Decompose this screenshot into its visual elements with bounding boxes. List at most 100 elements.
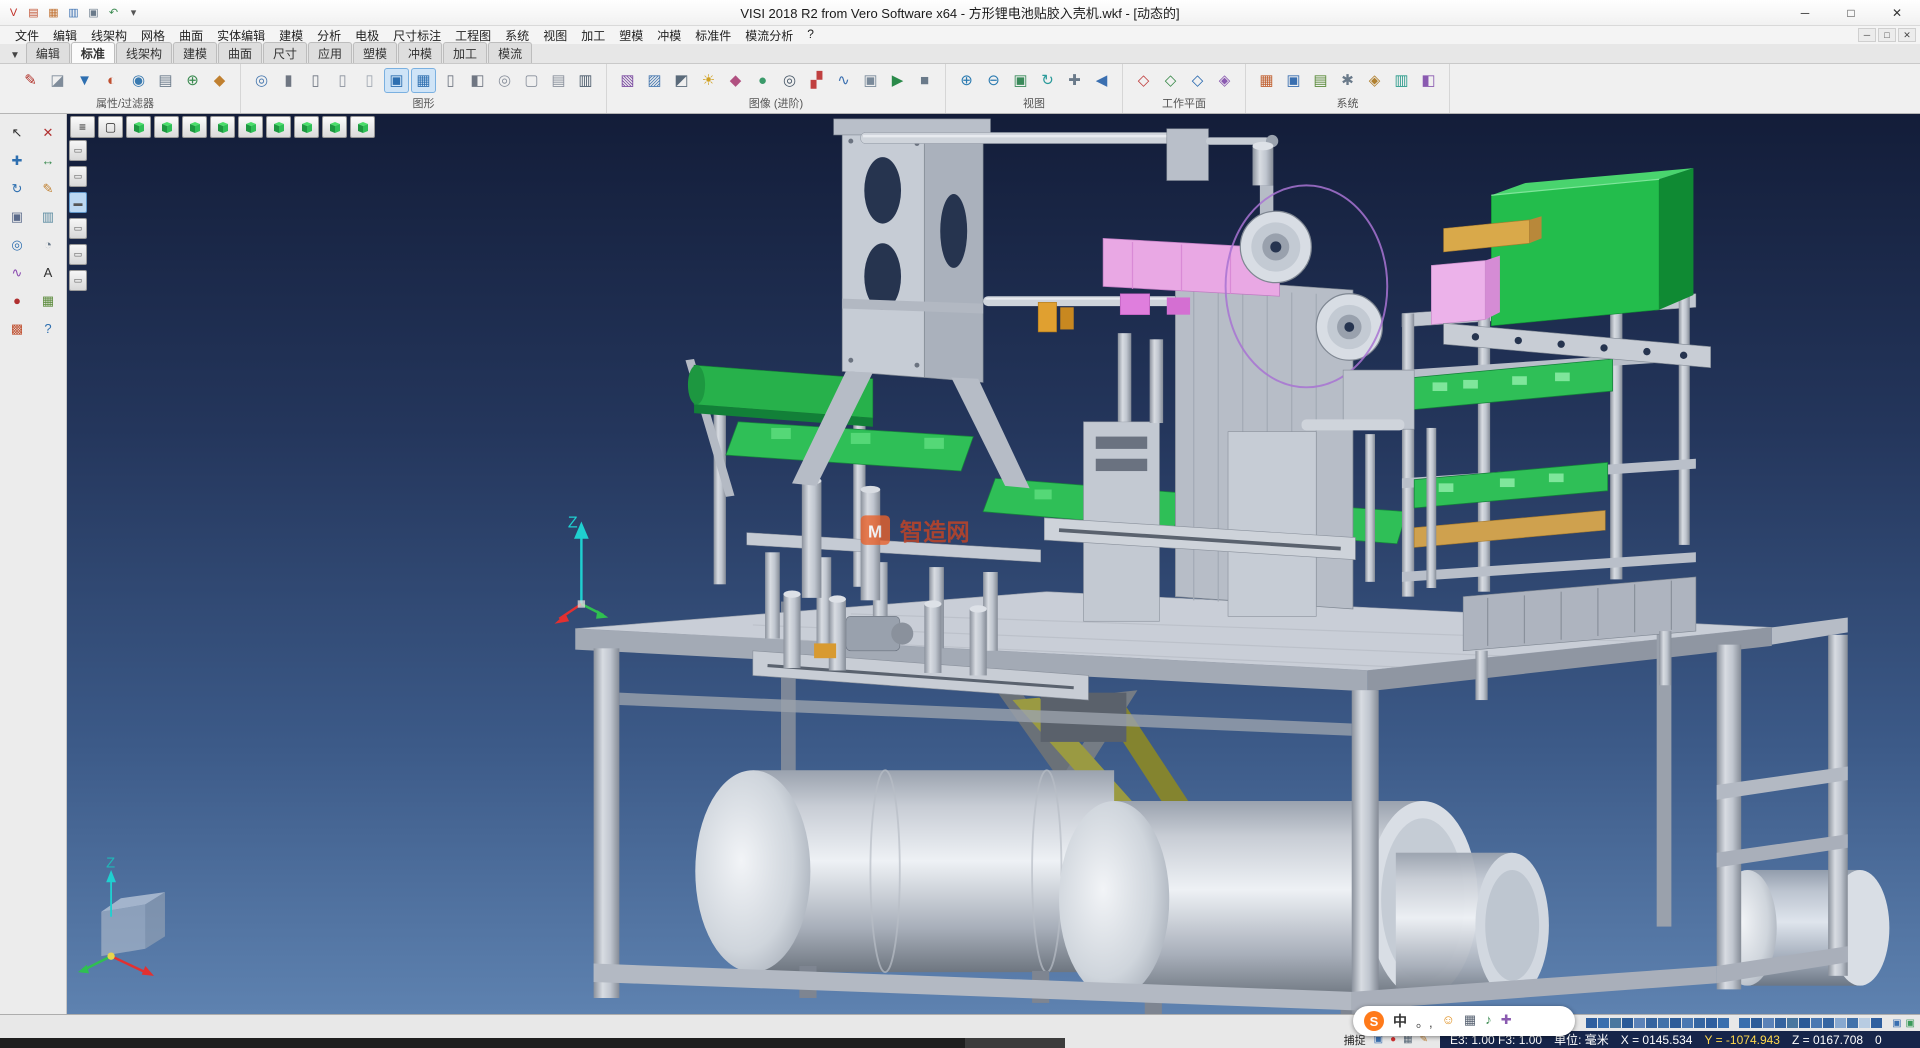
tab-dropdown-button[interactable]: ▼ [4,48,26,63]
board-shaded-icon[interactable]: ▮ [276,68,301,93]
view-cube-iso-button[interactable] [126,116,151,138]
maximize-button[interactable]: □ [1828,0,1874,25]
dock-panel-4-icon[interactable]: ▭ [69,218,87,239]
input-mode-toggle[interactable]: 中 [1393,1011,1407,1031]
view-cube-bottom-button[interactable] [294,116,319,138]
measure-icon[interactable]: ↔ [38,150,59,171]
move-icon[interactable]: ✚ [7,150,28,171]
menu-item[interactable]: 视图 [536,27,574,44]
delete-icon[interactable]: ✕ [38,122,59,143]
compare-icon[interactable]: ▣ [858,68,883,93]
ribbon-tab[interactable]: 尺寸 [263,42,307,63]
layer-view-icon[interactable]: ▤ [546,68,571,93]
wire-mode-icon[interactable]: ▦ [411,68,436,93]
snap-grid-icon[interactable]: ▦ [38,290,59,311]
view-cube-back-button[interactable] [266,116,291,138]
dock-panel-6-icon[interactable]: ▭ [69,270,87,291]
mirror-icon[interactable]: ▥ [38,206,59,227]
fill-icon[interactable]: ▩ [7,318,28,339]
plane-view-icon[interactable]: ▢ [519,68,544,93]
workplane-custom-icon[interactable]: ◈ [1212,68,1237,93]
orbit-icon[interactable]: ◔ [38,234,59,255]
render-icon[interactable]: ▧ [615,68,640,93]
help-icon[interactable]: ? [38,318,59,339]
monitor-icon[interactable]: ▣ [1281,68,1306,93]
dock-panel-5-icon[interactable]: ▭ [69,244,87,265]
menu-item[interactable]: 线架构 [84,27,134,44]
workplane-yz-icon[interactable]: ◇ [1185,68,1210,93]
display-options-icon[interactable]: ▥ [573,68,598,93]
camera-icon[interactable]: ◎ [777,68,802,93]
menu-item[interactable]: 冲模 [650,27,688,44]
view-cube-right-button[interactable] [210,116,235,138]
doc-minimize-button[interactable]: ─ [1858,28,1876,42]
menu-item[interactable]: 实体编辑 [210,27,272,44]
filter-icon[interactable]: ▼ [72,68,97,93]
snap-icon[interactable]: ◈ [1362,68,1387,93]
menu-item[interactable]: 建模 [272,27,310,44]
calculator-icon[interactable]: ▥ [1389,68,1414,93]
viewport-canvas[interactable]: Z Z [67,114,1920,1014]
texture-icon[interactable]: ▨ [642,68,667,93]
curve-icon[interactable]: ∿ [7,262,28,283]
mini-view-icon[interactable]: ▣ [1892,1018,1901,1029]
eraser-icon[interactable]: ◪ [45,68,70,93]
doc-restore-button[interactable]: □ [1878,28,1896,42]
menu-item[interactable]: ? [800,27,821,44]
board-hidden-icon[interactable]: ▯ [330,68,355,93]
board-wire-icon[interactable]: ▯ [303,68,328,93]
punctuation-icon[interactable]: 。, [1416,1012,1433,1031]
undo-icon[interactable]: ↶ [105,4,122,21]
ribbon-tab[interactable]: 模流 [488,42,532,63]
view-cube-top-button[interactable] [154,116,179,138]
cylinder-view-icon[interactable]: ◎ [492,68,517,93]
edit-icon[interactable]: ✎ [38,178,59,199]
zoom-fit-icon[interactable]: ▣ [1008,68,1033,93]
tag-icon[interactable]: ◆ [207,68,232,93]
new-file-icon[interactable]: ▤ [25,4,42,21]
menu-item[interactable]: 系统 [498,27,536,44]
palette-icon[interactable]: ▦ [1254,68,1279,93]
ribbon-tab[interactable]: 线架构 [116,42,172,63]
pencil-icon[interactable]: ✎ [18,68,43,93]
board-ghost-icon[interactable]: ▯ [357,68,382,93]
ribbon-tab[interactable]: 编辑 [26,42,70,63]
light-icon[interactable]: ☀ [696,68,721,93]
ribbon-tab[interactable]: 塑模 [353,42,397,63]
layer-list-button[interactable]: ≡ [70,116,95,138]
menu-item[interactable]: 分析 [310,27,348,44]
dock-panel-1-icon[interactable]: ▭ [69,140,87,161]
open-file-icon[interactable]: ▦ [45,4,62,21]
view-cube-iso2-button[interactable] [322,116,347,138]
board-section-icon[interactable]: ▯ [438,68,463,93]
refresh-view-icon[interactable]: ◎ [249,68,274,93]
zoom-icon[interactable]: ◎ [7,234,28,255]
minimize-button[interactable]: ─ [1782,0,1828,25]
menu-item[interactable]: 模流分析 [738,27,800,44]
copy-icon[interactable]: ▣ [7,206,28,227]
workplane-xz-icon[interactable]: ◇ [1158,68,1183,93]
dock-panel-2-icon[interactable]: ▭ [69,166,87,187]
sogou-logo-icon[interactable]: S [1364,1011,1384,1031]
qat-dropdown-icon[interactable]: ▾ [125,4,142,21]
ruler-icon[interactable]: ∿ [831,68,856,93]
menu-item[interactable]: 文件 [8,27,46,44]
dock-panel-3-icon[interactable]: ▬ [69,192,87,213]
mini-layer-icon[interactable]: ▣ [1906,1018,1915,1029]
doc-close-button[interactable]: ✕ [1898,28,1916,42]
section-icon[interactable]: ▞ [804,68,829,93]
menu-item[interactable]: 编辑 [46,27,84,44]
emoji-icon[interactable]: ☺ [1442,1012,1455,1031]
microphone-icon[interactable]: ♪ [1485,1012,1492,1031]
print-icon[interactable]: ▣ [85,4,102,21]
menu-item[interactable]: 标准件 [688,27,738,44]
eye-icon[interactable]: ◉ [126,68,151,93]
close-button[interactable]: ✕ [1874,0,1920,25]
layers-icon[interactable]: ▤ [153,68,178,93]
rotate-view-icon[interactable]: ↻ [1035,68,1060,93]
visi-logo-icon[interactable]: V [5,4,22,21]
menu-item[interactable]: 曲面 [172,27,210,44]
view-cube-front-button[interactable] [182,116,207,138]
shade-mode-icon[interactable]: ▣ [384,68,409,93]
capture-icon[interactable]: ■ [912,68,937,93]
